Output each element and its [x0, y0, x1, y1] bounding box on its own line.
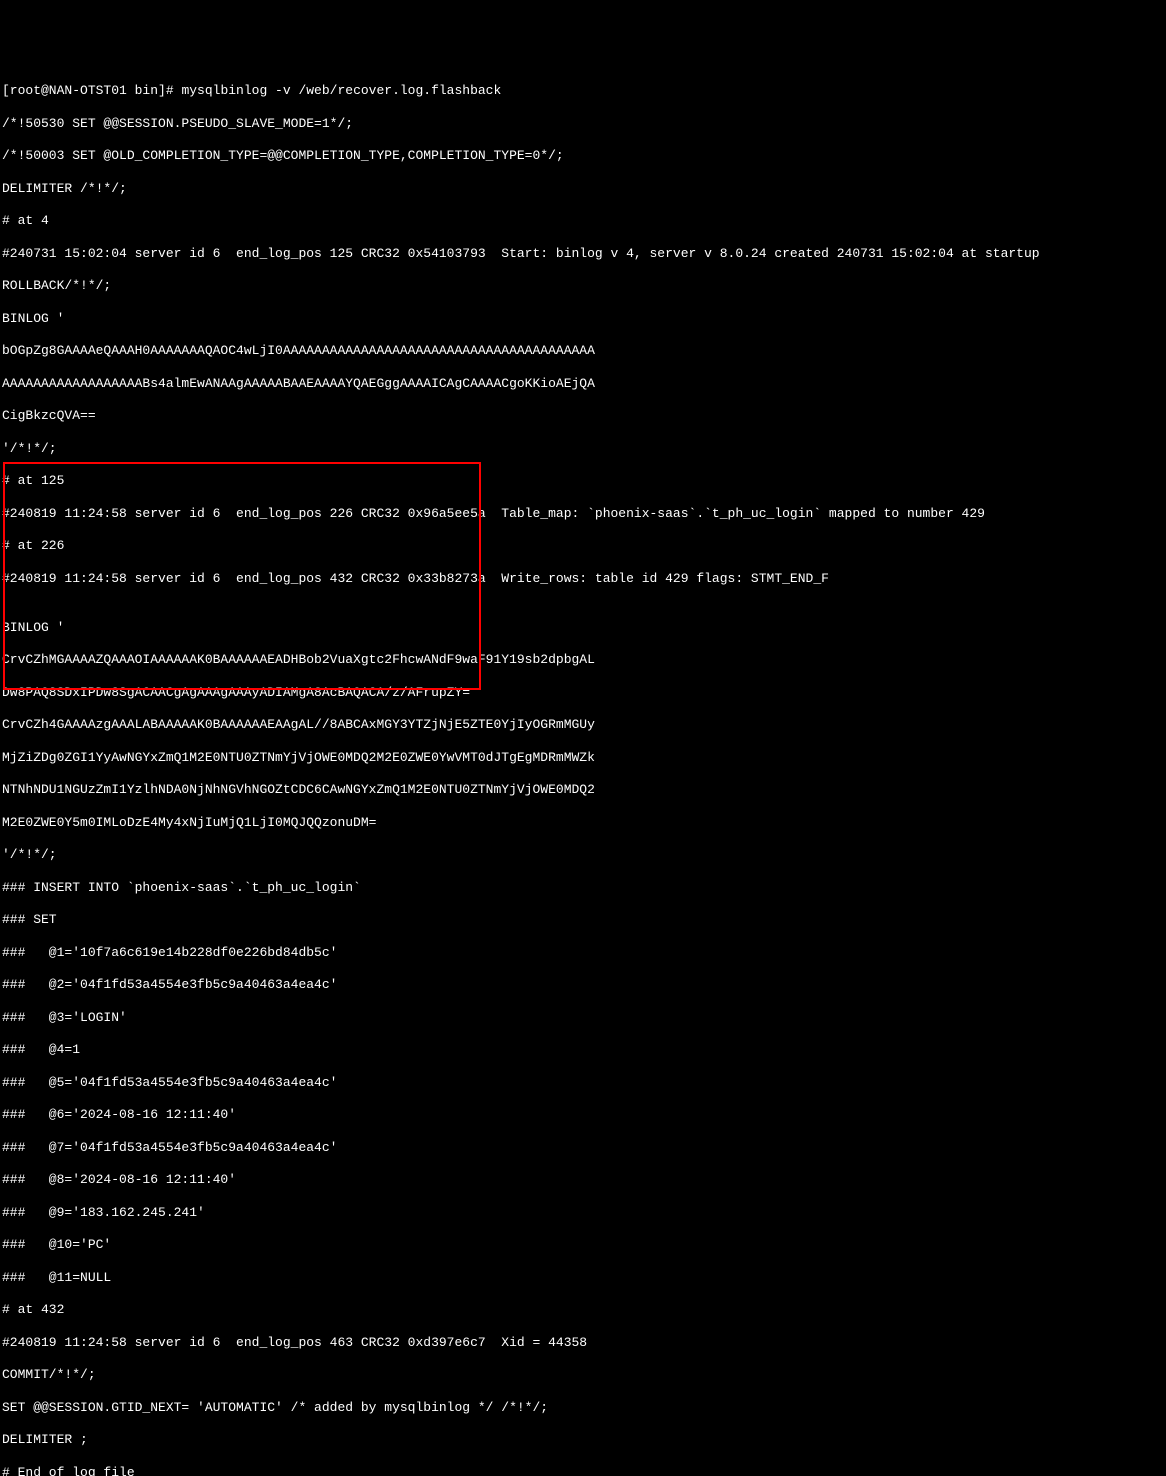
output-line: # at 125 — [2, 473, 1164, 489]
output-line: # at 226 — [2, 538, 1164, 554]
terminal-prompt-line[interactable]: [root@NAN-OTST01 bin]# mysqlbinlog -v /w… — [2, 83, 1164, 99]
command-input: mysqlbinlog -v /web/recover.log.flashbac… — [181, 83, 501, 98]
column-value: ### @7='04f1fd53a4554e3fb5c9a40463a4ea4c… — [2, 1140, 1164, 1156]
output-line: # End of log file — [2, 1465, 1164, 1476]
shell-prompt: [root@NAN-OTST01 bin]# — [2, 83, 181, 98]
column-value: ### @9='183.162.245.241' — [2, 1205, 1164, 1221]
output-line: CrvCZhMGAAAAZQAAAOIAAAAAAK0BAAAAAAEADHBo… — [2, 652, 1164, 668]
output-line: DELIMITER /*!*/; — [2, 181, 1164, 197]
insert-statement: ### INSERT INTO `phoenix-saas`.`t_ph_uc_… — [2, 880, 1164, 896]
column-value: ### @11=NULL — [2, 1270, 1164, 1286]
column-value: ### @5='04f1fd53a4554e3fb5c9a40463a4ea4c… — [2, 1075, 1164, 1091]
column-value: ### @10='PC' — [2, 1237, 1164, 1253]
output-line: M2E0ZWE0Y5m0IMLoDzE4My4xNjIuMjQ1LjI0MQJQ… — [2, 815, 1164, 831]
at-marker: # at 432 — [2, 1302, 1164, 1318]
output-line: COMMIT/*!*/; — [2, 1367, 1164, 1383]
output-line: MjZiZDg0ZGI1YyAwNGYxZmQ1M2E0NTU0ZTNmYjVj… — [2, 750, 1164, 766]
output-line: '/*!*/; — [2, 441, 1164, 457]
column-value: ### @6='2024-08-16 12:11:40' — [2, 1107, 1164, 1123]
output-line: AAAAAAAAAAAAAAAAAABs4almEwANAAgAAAAABAAE… — [2, 376, 1164, 392]
output-line: #240819 11:24:58 server id 6 end_log_pos… — [2, 506, 1164, 522]
output-line: ROLLBACK/*!*/; — [2, 278, 1164, 294]
output-line: NTNhNDU1NGUzZmI1YzlhNDA0NjNhNGVhNGOZtCDC… — [2, 782, 1164, 798]
output-line: CigBkzcQVA== — [2, 408, 1164, 424]
output-line: BINLOG ' — [2, 620, 1164, 636]
output-line: SET @@SESSION.GTID_NEXT= 'AUTOMATIC' /* … — [2, 1400, 1164, 1416]
output-line: #240731 15:02:04 server id 6 end_log_pos… — [2, 246, 1164, 262]
set-statement: ### SET — [2, 912, 1164, 928]
output-line: CrvCZh4GAAAAzgAAALABAAAAAK0BAAAAAAEAAgAL… — [2, 717, 1164, 733]
output-line: #240819 11:24:58 server id 6 end_log_pos… — [2, 1335, 1164, 1351]
output-line: /*!50003 SET @OLD_COMPLETION_TYPE=@@COMP… — [2, 148, 1164, 164]
column-value: ### @1='10f7a6c619e14b228df0e226bd84db5c… — [2, 945, 1164, 961]
output-line: DELIMITER ; — [2, 1432, 1164, 1448]
output-line: bOGpZg8GAAAAeQAAAH0AAAAAAAQAOC4wLjI0AAAA… — [2, 343, 1164, 359]
output-line: BINLOG ' — [2, 311, 1164, 327]
output-line: # at 4 — [2, 213, 1164, 229]
column-value: ### @4=1 — [2, 1042, 1164, 1058]
column-value: ### @8='2024-08-16 12:11:40' — [2, 1172, 1164, 1188]
column-value: ### @3='LOGIN' — [2, 1010, 1164, 1026]
column-value: ### @2='04f1fd53a4554e3fb5c9a40463a4ea4c… — [2, 977, 1164, 993]
terminal-output: [root@NAN-OTST01 bin]# mysqlbinlog -v /w… — [2, 67, 1164, 1476]
output-line: #240819 11:24:58 server id 6 end_log_pos… — [2, 571, 1164, 587]
output-line: /*!50530 SET @@SESSION.PSEUDO_SLAVE_MODE… — [2, 116, 1164, 132]
output-line: Dw8PAQ8SDxIPDw8SgACAACgAgAAAgAAAyADIAMgA… — [2, 685, 1164, 701]
output-line: '/*!*/; — [2, 847, 1164, 863]
